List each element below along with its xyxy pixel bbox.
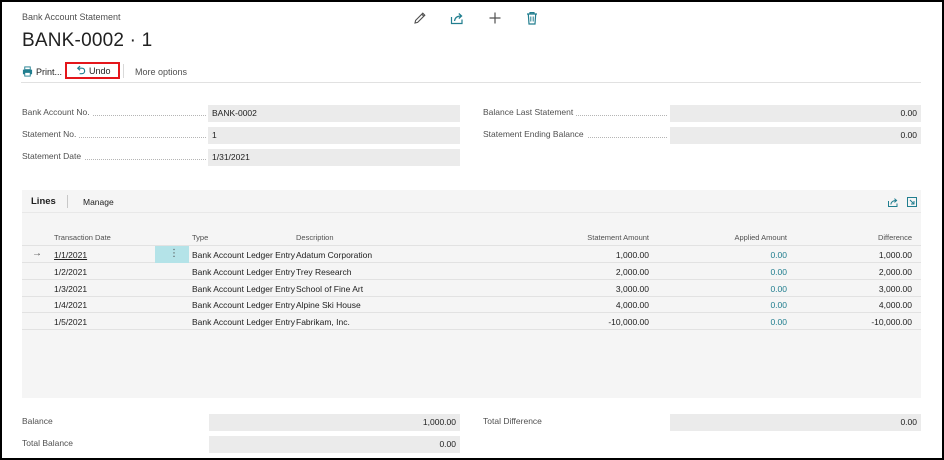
table-row[interactable]: 1/3/2021 Bank Account Ledger Entry Schoo… [22, 280, 921, 297]
print-label: Print... [36, 66, 63, 77]
page-caption: Bank Account Statement [22, 12, 121, 22]
cell-applied-amount[interactable]: 0.00 [687, 317, 787, 327]
cell-date[interactable]: 1/3/2021 [54, 284, 87, 294]
balance-last-statement-label: Balance Last Statement [483, 107, 577, 117]
balance-label: Balance [22, 416, 56, 426]
col-transaction-date[interactable]: Transaction Date [54, 233, 111, 242]
col-difference[interactable]: Difference [812, 233, 912, 242]
lines-header: Lines Manage [22, 190, 921, 213]
total-difference-field: Total Difference 0.00 [483, 414, 921, 431]
col-applied-amount[interactable]: Applied Amount [687, 233, 787, 242]
lines-part: Lines Manage Transaction Date Type Descr… [22, 190, 921, 398]
cell-statement-amount[interactable]: -10,000.00 [549, 317, 649, 327]
cell-difference: 3,000.00 [878, 284, 912, 294]
cell-type[interactable]: Bank Account Ledger Entry [192, 250, 295, 260]
more-options-button[interactable]: More options [135, 64, 187, 79]
bank-account-no-label: Bank Account No. [22, 107, 93, 117]
balance-last-statement-input[interactable]: 0.00 [670, 105, 921, 122]
cell-date[interactable]: 1/1/2021 [54, 250, 87, 260]
undo-label: Undo [89, 65, 111, 76]
balance-last-statement-field: Balance Last Statement 0.00 [483, 105, 921, 122]
bank-account-no-field: Bank Account No. BANK-0002 [22, 105, 460, 122]
plus-icon[interactable] [487, 10, 503, 26]
cell-description[interactable]: Fabrikam, Inc. [296, 317, 350, 327]
trash-icon[interactable] [524, 10, 540, 26]
bank-account-no-input[interactable]: BANK-0002 [208, 105, 460, 122]
tab-manage[interactable]: Manage [83, 197, 114, 207]
statement-ending-balance-label: Statement Ending Balance [483, 129, 587, 139]
table-row[interactable]: 1/2/2021 Bank Account Ledger Entry Trey … [22, 263, 921, 280]
field-leader [563, 115, 667, 116]
share-icon[interactable] [887, 196, 899, 208]
cell-date[interactable]: 1/5/2021 [54, 317, 87, 327]
cell-date[interactable]: 1/2/2021 [54, 267, 87, 277]
total-balance-label: Total Balance [22, 438, 77, 448]
tab-separator [67, 195, 68, 208]
cell-type[interactable]: Bank Account Ledger Entry [192, 267, 295, 277]
balance-value: 1,000.00 [209, 414, 460, 431]
statement-ending-balance-field: Statement Ending Balance 0.00 [483, 127, 921, 144]
window-frame: Bank Account Statement BANK-0002 · 1 Pri… [0, 0, 944, 460]
table-row[interactable]: 1/4/2021 Bank Account Ledger Entry Alpin… [22, 296, 921, 313]
share-icon[interactable] [449, 10, 465, 26]
statement-no-label: Statement No. [22, 129, 80, 139]
cell-description[interactable]: School of Fine Art [296, 284, 363, 294]
arrow-right-icon: → [32, 248, 42, 259]
action-separator [123, 64, 124, 78]
cell-difference: -10,000.00 [871, 317, 912, 327]
cell-applied-amount[interactable]: 0.00 [687, 250, 787, 260]
table-row[interactable]: 1/5/2021 Bank Account Ledger Entry Fabri… [22, 313, 921, 330]
cell-description[interactable]: Alpine Ski House [296, 300, 361, 310]
cell-applied-amount[interactable]: 0.00 [687, 284, 787, 294]
cell-date[interactable]: 1/4/2021 [54, 300, 87, 310]
field-leader [72, 137, 206, 138]
statement-date-input[interactable]: 1/31/2021 [208, 149, 460, 166]
undo-icon [76, 65, 86, 75]
cell-statement-amount[interactable]: 4,000.00 [549, 300, 649, 310]
field-leader [82, 115, 206, 116]
action-bar: Print... Undo More options [21, 62, 921, 83]
print-button[interactable]: Print... [22, 64, 62, 79]
col-statement-amount[interactable]: Statement Amount [549, 233, 649, 242]
cell-type[interactable]: Bank Account Ledger Entry [192, 284, 295, 294]
total-difference-value: 0.00 [670, 414, 921, 431]
cell-description[interactable]: Trey Research [296, 267, 351, 277]
balance-field: Balance 1,000.00 [22, 414, 460, 431]
cell-type[interactable]: Bank Account Ledger Entry [192, 300, 295, 310]
page-title: BANK-0002 · 1 [22, 30, 153, 51]
table-row[interactable]: → 1/1/2021 ⋮ Bank Account Ledger Entry A… [22, 246, 921, 263]
pencil-icon[interactable] [412, 10, 428, 26]
cell-statement-amount[interactable]: 3,000.00 [549, 284, 649, 294]
total-balance-value: 0.00 [209, 436, 460, 453]
cell-difference: 2,000.00 [878, 267, 912, 277]
undo-button[interactable]: Undo [65, 62, 120, 79]
statement-date-field: Statement Date 1/31/2021 [22, 149, 460, 166]
cell-statement-amount[interactable]: 2,000.00 [549, 267, 649, 277]
cell-applied-amount[interactable]: 0.00 [687, 300, 787, 310]
statement-no-field: Statement No. 1 [22, 127, 460, 144]
total-difference-label: Total Difference [483, 416, 545, 426]
row-menu-button[interactable]: ⋮ [155, 246, 189, 263]
field-leader [573, 137, 667, 138]
total-balance-field: Total Balance 0.00 [22, 436, 460, 453]
cell-type[interactable]: Bank Account Ledger Entry [192, 317, 295, 327]
cell-applied-amount[interactable]: 0.00 [687, 267, 787, 277]
field-leader [72, 159, 206, 160]
printer-icon [22, 66, 33, 77]
expand-icon[interactable] [906, 196, 918, 208]
cell-description[interactable]: Adatum Corporation [296, 250, 372, 260]
statement-no-input[interactable]: 1 [208, 127, 460, 144]
col-type[interactable]: Type [192, 233, 208, 242]
cell-difference: 4,000.00 [878, 300, 912, 310]
vertical-dots-icon: ⋮ [169, 248, 179, 259]
tab-lines[interactable]: Lines [31, 196, 56, 207]
statement-ending-balance-input[interactable]: 0.00 [670, 127, 921, 144]
cell-statement-amount[interactable]: 1,000.00 [549, 250, 649, 260]
cell-difference: 1,000.00 [878, 250, 912, 260]
statement-date-label: Statement Date [22, 151, 85, 161]
col-description[interactable]: Description [296, 233, 334, 242]
